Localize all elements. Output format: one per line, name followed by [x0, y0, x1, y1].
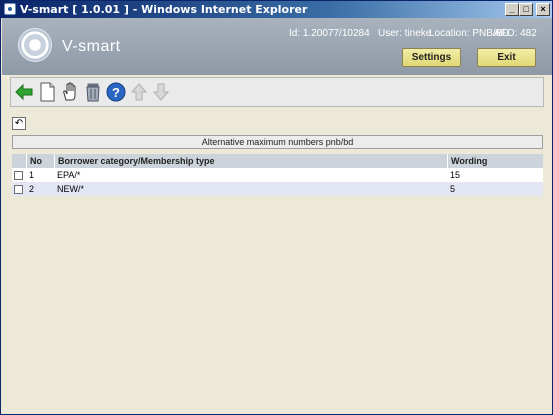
new-document-icon[interactable]	[37, 82, 57, 102]
logo-text: V-smart	[62, 38, 121, 55]
svg-text:?: ?	[112, 85, 120, 100]
row-category[interactable]: EPA/*	[54, 168, 447, 182]
window-title: V-smart [ 1.0.01 ] - Windows Internet Ex…	[20, 3, 308, 16]
row-checkbox[interactable]	[14, 185, 23, 194]
row-wording: 15	[450, 170, 461, 180]
session-id: Id: 1.20077/10284	[289, 28, 370, 39]
minimize-button[interactable]: _	[505, 3, 519, 16]
close-button[interactable]: ×	[536, 3, 550, 16]
session-user: User: tineke	[378, 28, 432, 39]
title-bar: V-smart [ 1.0.01 ] - Windows Internet Ex…	[1, 1, 552, 18]
select-hand-icon[interactable]	[60, 82, 80, 102]
app-icon	[4, 3, 16, 15]
table-row[interactable]: 1 EPA/* 15	[12, 168, 543, 182]
list-caption: Alternative maximum numbers pnb/bd	[12, 135, 543, 149]
column-header-category[interactable]: Borrower category/Membership type	[54, 154, 447, 168]
row-checkbox-cell	[12, 182, 26, 196]
row-no: 2	[29, 184, 35, 194]
column-header-no[interactable]: No	[26, 154, 54, 168]
back-arrow-icon[interactable]	[14, 82, 34, 102]
row-checkbox-cell	[12, 168, 26, 182]
app-header: V-smart Id: 1.20077/10284 User: tineke L…	[2, 18, 552, 75]
table-row[interactable]: 2 NEW/* 5	[12, 182, 543, 196]
row-category[interactable]: NEW/*	[54, 182, 447, 196]
exit-button[interactable]: Exit	[477, 48, 536, 67]
undo-icon[interactable]: ↶	[12, 117, 26, 130]
header-checkbox-column	[12, 154, 26, 168]
vsmart-logo-icon	[18, 28, 52, 62]
session-afo: AFO: 482	[494, 28, 537, 39]
row-wording: 5	[450, 184, 456, 194]
delete-trash-icon[interactable]	[83, 82, 103, 102]
toolbar: ?	[10, 77, 544, 107]
help-icon[interactable]: ?	[106, 82, 126, 102]
table-header: No Borrower category/Membership type Wor…	[12, 154, 543, 168]
row-no: 1	[29, 170, 35, 180]
browser-window: V-smart [ 1.0.01 ] - Windows Internet Ex…	[0, 0, 553, 415]
settings-button[interactable]: Settings	[402, 48, 461, 67]
move-down-icon	[152, 83, 170, 101]
column-header-wording[interactable]: Wording	[447, 154, 543, 168]
move-up-icon	[130, 83, 148, 101]
maximize-button[interactable]: □	[519, 3, 533, 16]
row-checkbox[interactable]	[14, 171, 23, 180]
